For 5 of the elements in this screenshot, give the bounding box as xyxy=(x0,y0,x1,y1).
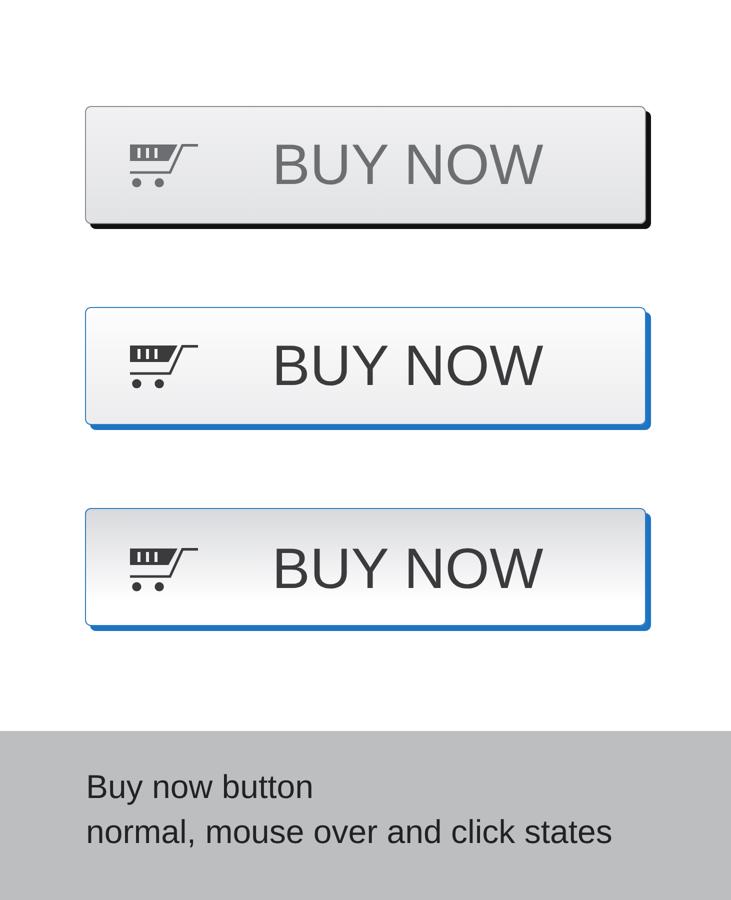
caption-title: Buy now button xyxy=(86,767,314,807)
shopping-cart-icon xyxy=(130,142,198,188)
shopping-cart-icon xyxy=(130,547,198,592)
shopping-cart-icon xyxy=(130,344,198,388)
caption-subtitle: normal, mouse over and click states xyxy=(86,812,614,852)
